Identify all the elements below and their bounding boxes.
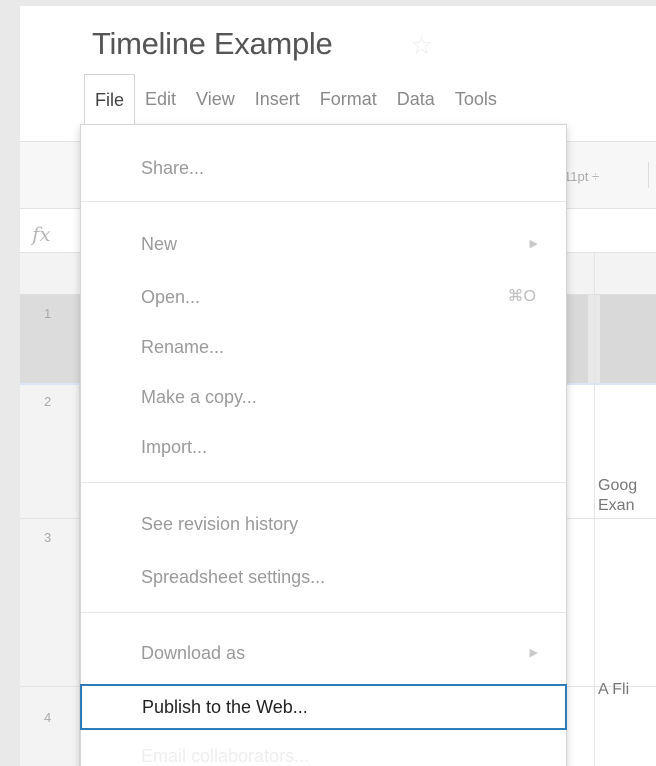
menu-item-download-as[interactable]: Download as ▶ [81,634,566,672]
row-number-4[interactable]: 4 [44,710,51,725]
row-number-3[interactable]: 3 [44,530,51,545]
menu-tools[interactable]: Tools [445,74,507,124]
spreadsheet-window: Timeline Example ☆ File Edit View Insert… [20,6,656,766]
menu-item-new[interactable]: New ▶ [81,225,566,263]
fx-label: fx [32,222,51,246]
menu-item-download-label: Download as [141,643,246,663]
font-size-select[interactable]: 11pt ÷ [564,169,599,184]
toolbar-divider [648,162,649,188]
cell-row2-text[interactable]: Goog [598,476,637,496]
menu-separator [81,482,566,483]
menu-item-spreadsheet-settings[interactable]: Spreadsheet settings... [81,558,566,596]
menu-edit[interactable]: Edit [135,74,186,124]
menu-view[interactable]: View [186,74,245,124]
row-number-1[interactable]: 1 [44,306,51,321]
menu-separator [81,201,566,202]
menu-item-make-copy[interactable]: Make a copy... [81,378,566,416]
menu-file[interactable]: File [84,74,136,124]
menu-item-publish-to-web[interactable]: Publish to the Web... [80,684,567,730]
cell-row4-text[interactable]: A Fli [598,680,629,700]
menu-item-new-label: New [141,234,178,254]
menu-item-open-label: Open... [141,287,201,307]
menu-item-revision-history[interactable]: See revision history [81,505,566,543]
column-divider [594,253,595,766]
menu-data[interactable]: Data [387,74,445,124]
menu-separator [81,612,566,613]
file-menu-dropdown: Share... New ▶ Open... ⌘O Rename... Make… [80,124,567,766]
menu-bar: File Edit View Insert Format Data Tools [78,74,507,124]
menu-item-email-collaborators[interactable]: Email collaborators... [81,737,566,766]
submenu-arrow-icon: ▶ [529,647,538,659]
menu-item-import[interactable]: Import... [81,428,566,466]
menu-item-open[interactable]: Open... ⌘O [81,278,566,316]
open-shortcut: ⌘O [507,288,536,305]
menu-item-share[interactable]: Share... [81,149,566,187]
submenu-arrow-icon: ▶ [529,238,538,250]
row-number-2[interactable]: 2 [44,394,51,409]
menu-format[interactable]: Format [310,74,387,124]
cell-row2-text-line2[interactable]: Exan [598,496,634,516]
menu-insert[interactable]: Insert [245,74,310,124]
fx-icon: fx [32,222,51,246]
document-title[interactable]: Timeline Example [92,26,333,62]
star-icon[interactable]: ☆ [410,30,433,61]
menu-item-rename[interactable]: Rename... [81,328,566,366]
